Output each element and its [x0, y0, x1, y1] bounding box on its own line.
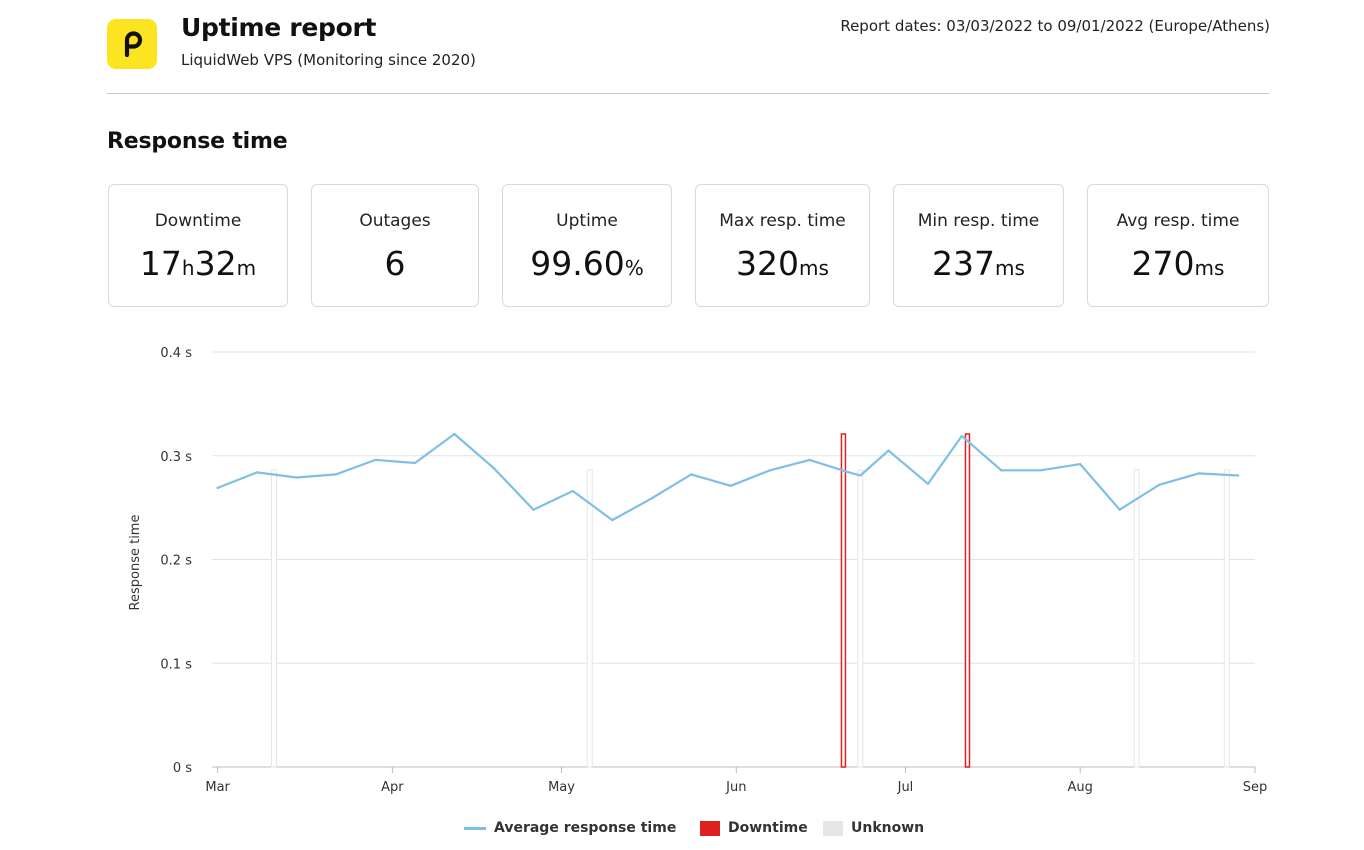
- data-point: [295, 476, 298, 479]
- legend-label: Average response time: [494, 820, 677, 836]
- y-tick-label: 0.3 s: [160, 450, 192, 465]
- x-tick-label: Jun: [725, 780, 746, 795]
- unknown-marker: [586, 469, 593, 768]
- y-tick-label: 0.2 s: [160, 554, 192, 569]
- downtime-marker: [840, 433, 847, 768]
- y-tick-label: 0.4 s: [160, 346, 192, 361]
- data-point: [1039, 469, 1042, 472]
- data-point: [374, 458, 377, 462]
- unknown-marker: [1133, 469, 1140, 768]
- data-point: [729, 484, 732, 488]
- legend-line-swatch: [464, 826, 486, 830]
- data-point: [1157, 483, 1161, 486]
- data-point: [216, 486, 219, 490]
- data-point: [1079, 462, 1082, 466]
- x-tick-label: Aug: [1068, 780, 1093, 795]
- series-line-average-response-time: [217, 432, 1239, 522]
- data-point: [1118, 508, 1121, 511]
- legend-unknown-swatch: [823, 820, 843, 836]
- y-axis-label: Response time: [128, 515, 143, 611]
- data-point: [1197, 472, 1200, 475]
- data-point: [334, 473, 338, 476]
- data-point: [492, 467, 496, 470]
- data-point: [926, 482, 930, 485]
- unknown-marker: [1223, 469, 1230, 768]
- unknown-marker: [271, 469, 278, 768]
- x-tick-label: May: [548, 780, 575, 795]
- data-point: [960, 434, 964, 438]
- data-point: [255, 471, 259, 474]
- unknown-marker: [857, 469, 864, 768]
- data-point: [650, 497, 653, 500]
- y-tick-label: 0.1 s: [160, 657, 192, 672]
- legend-item-average[interactable]: Average response time: [464, 820, 676, 836]
- response-time-chart: 0 s 0.1 s 0.2 s 0.3 s 0.4 s Response time Mar A…: [128, 346, 1268, 795]
- x-tick-label: Mar: [205, 780, 230, 795]
- data-point: [413, 461, 417, 465]
- x-tick-label: Jul: [897, 780, 914, 795]
- data-point: [887, 449, 890, 452]
- downtime-marker: [964, 433, 971, 768]
- data-point: [453, 432, 456, 436]
- data-point: [532, 508, 535, 511]
- data-point: [859, 474, 862, 477]
- data-point: [808, 458, 811, 462]
- y-tick-label: 0 s: [173, 761, 192, 776]
- data-point: [690, 473, 693, 476]
- legend-item-downtime[interactable]: Downtime: [700, 820, 808, 836]
- legend-label: Unknown: [851, 820, 925, 836]
- data-point: [571, 489, 575, 493]
- legend-label: Downtime: [728, 820, 808, 836]
- x-tick-label: Apr: [381, 780, 404, 795]
- legend-item-unknown[interactable]: Unknown: [823, 820, 924, 836]
- data-point: [768, 469, 772, 472]
- x-tick-label: Sep: [1243, 780, 1268, 795]
- data-point: [847, 471, 851, 474]
- data-point: [611, 518, 614, 522]
- data-point: [1236, 474, 1240, 477]
- data-point: [1000, 469, 1003, 472]
- legend-downtime-swatch: [700, 820, 720, 836]
